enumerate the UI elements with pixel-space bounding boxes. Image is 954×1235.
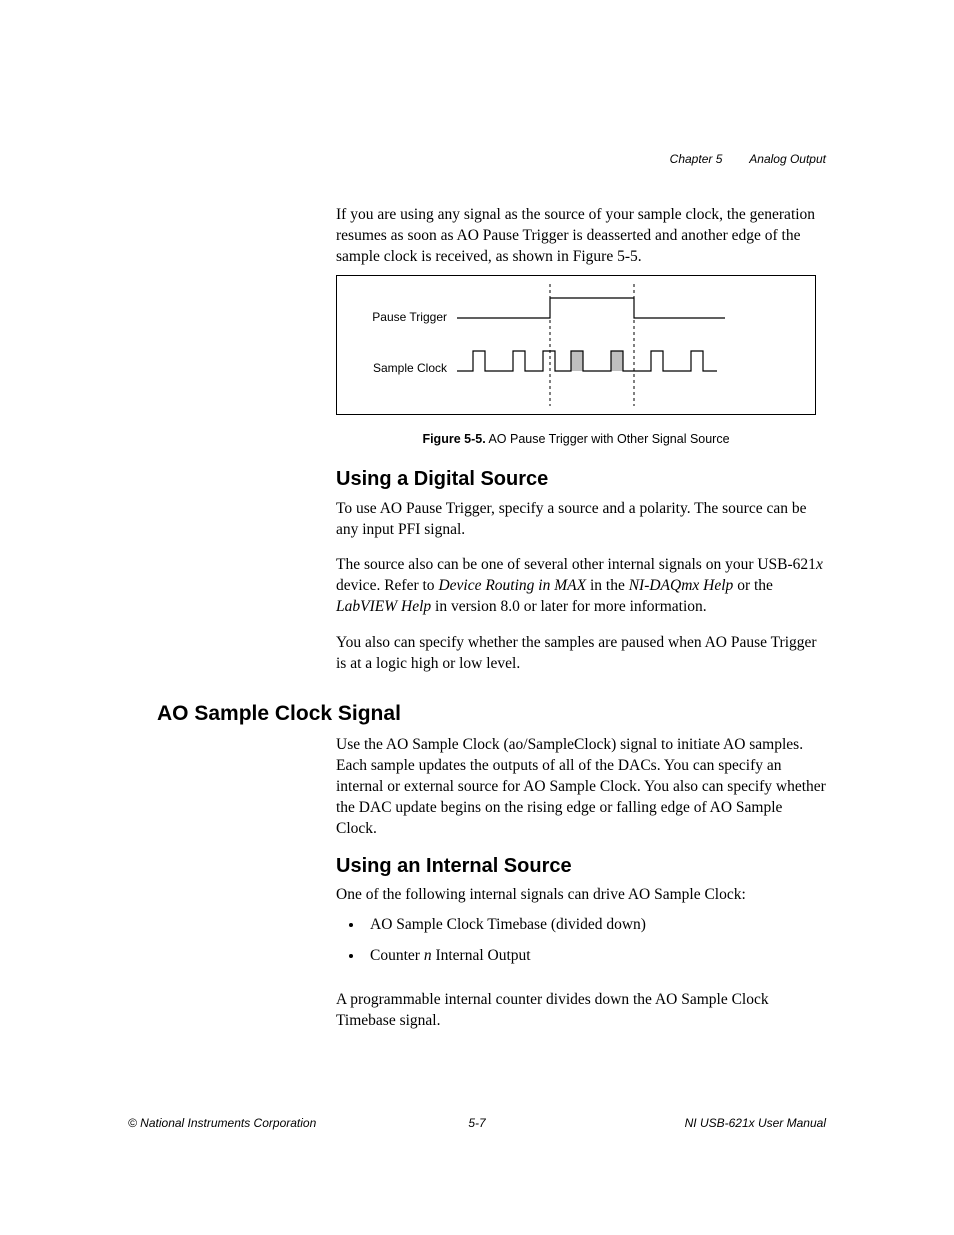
heading-ao-sample-clock: AO Sample Clock Signal — [157, 702, 401, 726]
digital-p2-e: in version 8.0 or later for more informa… — [431, 598, 706, 615]
internal-bullet-list: AO Sample Clock Timebase (divided down) … — [336, 915, 844, 977]
bullet1-text: AO Sample Clock Timebase (divided down) — [370, 916, 646, 933]
heading-internal-source: Using an Internal Source — [336, 855, 572, 878]
list-item: AO Sample Clock Timebase (divided down) — [364, 915, 844, 936]
header-title: Analog Output — [749, 152, 826, 166]
digital-p2-d: or the — [733, 577, 773, 594]
header-chapter: Chapter 5 — [670, 152, 723, 166]
digital-p2-i3: LabVIEW Help — [336, 598, 431, 615]
digital-p1-text: To use AO Pause Trigger, specify a sourc… — [336, 500, 807, 538]
timing-diagram-svg — [337, 276, 815, 414]
internal-p1-text: One of the following internal signals ca… — [336, 886, 746, 903]
digital-p2: The source also can be one of several ot… — [336, 555, 826, 618]
heading-digital-source: Using a Digital Source — [336, 468, 548, 491]
bullet2-n: n — [424, 947, 432, 964]
figure-caption-bold: Figure 5-5. — [422, 432, 485, 446]
figure-5-5: Pause Trigger Sample Clock — [336, 275, 816, 415]
figure-caption-text: AO Pause Trigger with Other Signal Sourc… — [486, 432, 730, 446]
digital-p2-a: The source also can be one of several ot… — [336, 556, 816, 573]
page-header: Chapter 5 Analog Output — [670, 152, 826, 166]
internal-p2: A programmable internal counter divides … — [336, 990, 826, 1032]
digital-p1: To use AO Pause Trigger, specify a sourc… — [336, 499, 826, 541]
digital-p2-i1: Device Routing in MAX — [438, 577, 586, 594]
sample-p1: Use the AO Sample Clock (ao/SampleClock)… — [336, 735, 826, 840]
digital-p2-b: device. Refer to — [336, 577, 438, 594]
digital-p3-text: You also can specify whether the samples… — [336, 634, 817, 672]
internal-p2-text: A programmable internal counter divides … — [336, 991, 769, 1029]
digital-p2-i2: NI-DAQmx Help — [629, 577, 734, 594]
internal-p1: One of the following internal signals ca… — [336, 885, 826, 906]
sample-p1-text: Use the AO Sample Clock (ao/SampleClock)… — [336, 736, 826, 837]
intro-paragraph: If you are using any signal as the sourc… — [336, 205, 826, 268]
digital-p2-c: in the — [586, 577, 629, 594]
figure-caption: Figure 5-5. AO Pause Trigger with Other … — [336, 432, 816, 446]
digital-p3: You also can specify whether the samples… — [336, 633, 826, 675]
list-item: Counter n Internal Output — [364, 946, 844, 967]
digital-p2-x: x — [816, 556, 823, 573]
intro-paragraph-text: If you are using any signal as the sourc… — [336, 206, 815, 265]
footer-right: NI USB-621x User Manual — [685, 1116, 826, 1130]
bullet2-a: Counter — [370, 947, 424, 964]
bullet2-b: Internal Output — [432, 947, 531, 964]
